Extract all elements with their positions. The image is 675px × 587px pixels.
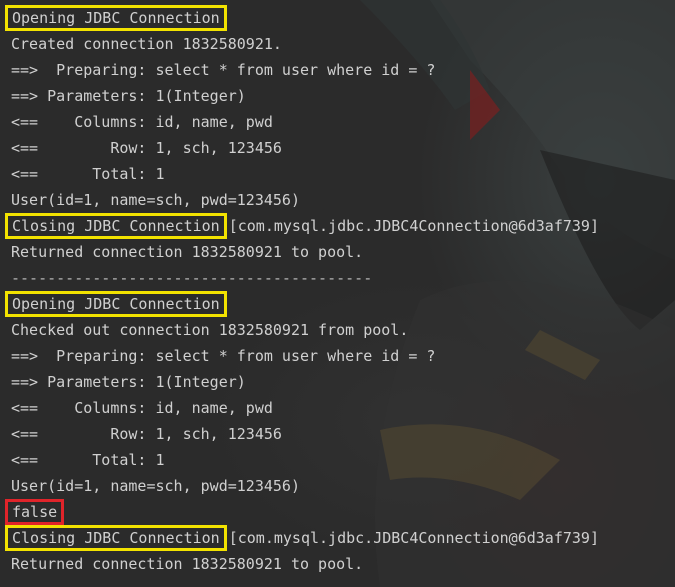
log-line: <== Row: 1, sch, 123456 bbox=[11, 139, 282, 157]
log-line: User(id=1, name=sch, pwd=123456) bbox=[11, 191, 300, 209]
connection-id-text: [com.mysql.jdbc.JDBC4Connection@6d3af739… bbox=[228, 217, 599, 235]
log-line: Returned connection 1832580921 to pool. bbox=[11, 555, 364, 573]
connection-id-text: [com.mysql.jdbc.JDBC4Connection@6d3af739… bbox=[228, 529, 599, 547]
log-line-close-connection: Closing JDBC Connection [com.mysql.jdbc.J… bbox=[5, 525, 599, 551]
log-line: <== Columns: id, name, pwd bbox=[11, 399, 273, 417]
log-line-open-connection: Opening JDBC Connection bbox=[5, 291, 599, 317]
log-line: ==> Parameters: 1(Integer) bbox=[11, 373, 246, 391]
log-line: <== Row: 1, sch, 123456 bbox=[11, 425, 282, 443]
console-output-panel: Opening JDBC Connection Created connecti… bbox=[0, 0, 675, 587]
highlight-box-open-connection: Opening JDBC Connection bbox=[5, 291, 227, 317]
log-line: <== Columns: id, name, pwd bbox=[11, 113, 273, 131]
highlight-box-false-result: false bbox=[5, 499, 65, 525]
log-line: Checked out connection 1832580921 from p… bbox=[11, 321, 409, 339]
log-line: <== Total: 1 bbox=[11, 451, 165, 469]
highlight-box-close-connection: Closing JDBC Connection bbox=[5, 525, 227, 551]
log-line: ==> Parameters: 1(Integer) bbox=[11, 87, 246, 105]
highlight-box-close-connection: Closing JDBC Connection bbox=[5, 213, 227, 239]
log-lines: Opening JDBC Connection Created connecti… bbox=[5, 5, 599, 577]
log-line-close-connection: Closing JDBC Connection [com.mysql.jdbc.J… bbox=[5, 213, 599, 239]
highlight-box-open-connection: Opening JDBC Connection bbox=[5, 5, 227, 31]
log-line: ==> Preparing: select * from user where … bbox=[11, 347, 436, 365]
log-line-open-connection: Opening JDBC Connection bbox=[5, 5, 599, 31]
log-line-result: false bbox=[5, 499, 599, 525]
log-line: Created connection 1832580921. bbox=[11, 35, 282, 53]
log-line: ==> Preparing: select * from user where … bbox=[11, 61, 436, 79]
log-line: <== Total: 1 bbox=[11, 165, 165, 183]
log-line: Returned connection 1832580921 to pool. bbox=[11, 243, 364, 261]
log-line: User(id=1, name=sch, pwd=123456) bbox=[11, 477, 300, 495]
separator-line: ---------------------------------------- bbox=[11, 269, 373, 287]
